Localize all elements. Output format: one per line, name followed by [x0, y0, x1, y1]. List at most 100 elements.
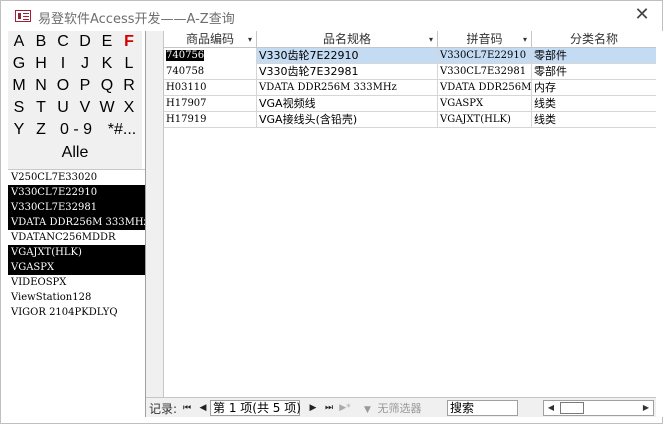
row-selector[interactable] — [146, 64, 164, 80]
alpha-key-q[interactable]: Q — [96, 75, 118, 97]
alpha-key-v[interactable]: V — [74, 97, 96, 119]
table-row[interactable]: 740758 V330齿轮7E32981 V330CL7E32981 零部件 — [146, 64, 656, 80]
alphabet-panel: A B C D E F G H I J K L M N O P Q R S T … — [8, 31, 142, 169]
vertical-scrollbar[interactable] — [656, 31, 663, 417]
cell-code[interactable]: H17907 — [164, 96, 257, 112]
cell-category[interactable]: 零部件 — [532, 64, 656, 80]
alpha-key-n[interactable]: N — [30, 75, 52, 97]
cell-pinyin[interactable]: V330CL7E22910 — [438, 48, 532, 64]
row-selector[interactable] — [146, 48, 164, 64]
current-record-field[interactable]: 第 1 项(共 5 项) — [210, 400, 301, 416]
alpha-key-all[interactable]: Alle — [45, 142, 105, 164]
new-record-icon[interactable]: ▶* — [338, 400, 352, 416]
list-item[interactable]: VGASPX — [8, 260, 145, 275]
cell-category[interactable]: 线类 — [532, 96, 656, 112]
cell-category[interactable]: 内存 — [532, 80, 656, 96]
alpha-key-x[interactable]: X — [118, 97, 140, 119]
pinyin-list[interactable]: V250CL7E33020 V330CL7E22910 V330CL7E3298… — [8, 169, 145, 417]
list-item[interactable]: V330CL7E22910 — [8, 185, 145, 200]
table-row[interactable]: H17907 VGA视频线 VGASPX 线类 — [146, 96, 656, 112]
alpha-key-o[interactable]: O — [52, 75, 74, 97]
last-record-icon[interactable]: ⏭ — [322, 400, 336, 416]
alpha-key-digits[interactable]: 0 - 9 — [54, 119, 98, 141]
list-item[interactable]: VIGOR 2104PKDLYQ — [8, 305, 145, 320]
alpha-key-j[interactable]: J — [74, 53, 96, 75]
select-all-corner[interactable] — [146, 31, 164, 48]
alpha-key-w[interactable]: W — [96, 97, 118, 119]
alpha-key-l[interactable]: L — [118, 53, 140, 75]
cell-pinyin[interactable]: V330CL7E32981 — [438, 64, 532, 80]
alpha-key-t[interactable]: T — [30, 97, 52, 119]
search-input[interactable]: 搜索 — [447, 400, 518, 416]
dropdown-arrow-icon[interactable]: ▾ — [248, 31, 252, 48]
list-item[interactable]: ViewStation128 — [8, 290, 145, 305]
table-row[interactable]: 740756 V330齿轮7E22910 V330CL7E22910 零部件 — [146, 48, 656, 64]
horizontal-scrollbar[interactable]: ◀ ▶ — [543, 400, 654, 416]
cell-category[interactable]: 线类 — [532, 112, 656, 128]
form-icon — [15, 10, 31, 22]
scroll-thumb[interactable] — [560, 402, 584, 414]
previous-record-icon[interactable]: ◀ — [196, 400, 210, 416]
list-item[interactable]: V330CL7E32981 — [8, 200, 145, 215]
alpha-key-i[interactable]: I — [52, 53, 74, 75]
alpha-key-k[interactable]: K — [96, 53, 118, 75]
column-header-label: 商品编码 — [185, 32, 234, 46]
row-selector[interactable] — [146, 112, 164, 128]
alpha-key-p[interactable]: P — [74, 75, 96, 97]
scroll-left-icon[interactable]: ◀ — [544, 401, 558, 415]
cell-name[interactable]: VGA视频线 — [257, 96, 438, 112]
cell-name[interactable]: VDATA DDR256M 333MHz — [257, 80, 438, 96]
datasheet-grid: 商品编码 ▾ 品名规格 ▾ 拼音码 ▾ 分类名称 740756 V330齿轮7E… — [146, 31, 656, 397]
table-row[interactable]: H17919 VGA接线头(含铅壳) VGAJXT(HLK) 线类 — [146, 112, 656, 128]
list-item[interactable]: VGAJXT(HLK) — [8, 245, 145, 260]
cell-code[interactable]: H03110 — [164, 80, 257, 96]
alpha-key-f[interactable]: F — [118, 31, 140, 53]
alpha-key-y[interactable]: Y — [8, 119, 30, 141]
dropdown-arrow-icon[interactable]: ▾ — [523, 31, 527, 48]
alpha-key-m[interactable]: M — [8, 75, 30, 97]
column-header-code[interactable]: 商品编码 ▾ — [164, 31, 257, 48]
cell-code[interactable]: H17919 — [164, 112, 257, 128]
alpha-key-c[interactable]: C — [52, 31, 74, 53]
table-row[interactable]: H03110 VDATA DDR256M 333MHz VDATA DDR256… — [146, 80, 656, 96]
cell-pinyin[interactable]: VDATA DDR256M 3 — [438, 80, 532, 96]
list-item[interactable]: VDATA DDR256M 333MHz — [8, 215, 145, 230]
cell-pinyin[interactable]: VGASPX — [438, 96, 532, 112]
record-label: 记录: — [149, 402, 178, 416]
cell-name[interactable]: V330齿轮7E32981 — [257, 64, 438, 80]
close-icon[interactable]: ✕ — [629, 5, 655, 27]
cell-name[interactable]: V330齿轮7E22910 — [257, 48, 438, 64]
cell-name[interactable]: VGA接线头(含铅壳) — [257, 112, 438, 128]
alpha-key-s[interactable]: S — [8, 97, 30, 119]
row-selector[interactable] — [146, 80, 164, 96]
first-record-icon[interactable]: ⏮ — [180, 400, 194, 416]
cell-code[interactable]: 740756 — [164, 48, 257, 64]
cell-pinyin[interactable]: VGAJXT(HLK) — [438, 112, 532, 128]
alpha-key-e[interactable]: E — [96, 31, 118, 53]
list-item[interactable]: V250CL7E33020 — [8, 170, 145, 185]
list-item[interactable]: VDATANC256MDDR — [8, 230, 145, 245]
alpha-key-a[interactable]: A — [8, 31, 30, 53]
alpha-key-r[interactable]: R — [118, 75, 140, 97]
dropdown-arrow-icon[interactable]: ▾ — [429, 31, 433, 48]
filter-indicator[interactable]: ▼ 无筛选器 — [364, 400, 422, 416]
column-header-category[interactable]: 分类名称 — [532, 31, 656, 48]
record-navigation-bar: 记录: ⏮ ◀ 第 1 项(共 5 项) ▶ ⏭ ▶* ▼ 无筛选器 搜索 ◀ … — [146, 397, 656, 417]
filter-label: 无筛选器 — [377, 402, 422, 415]
next-record-icon[interactable]: ▶ — [306, 400, 320, 416]
list-item[interactable]: VIDEOSPX — [8, 275, 145, 290]
empty-selector-strip — [146, 128, 164, 397]
alpha-key-g[interactable]: G — [8, 53, 30, 75]
alpha-key-d[interactable]: D — [74, 31, 96, 53]
alpha-key-h[interactable]: H — [30, 53, 52, 75]
alpha-key-b[interactable]: B — [30, 31, 52, 53]
alpha-key-z[interactable]: Z — [30, 119, 52, 141]
column-header-name[interactable]: 品名规格 ▾ — [257, 31, 438, 48]
cell-code[interactable]: 740758 — [164, 64, 257, 80]
alpha-key-u[interactable]: U — [52, 97, 74, 119]
column-header-pinyin[interactable]: 拼音码 ▾ — [438, 31, 532, 48]
alpha-key-symbols[interactable]: *#... — [100, 119, 144, 141]
row-selector[interactable] — [146, 96, 164, 112]
scroll-right-icon[interactable]: ▶ — [639, 401, 653, 415]
cell-category[interactable]: 零部件 — [532, 48, 656, 64]
